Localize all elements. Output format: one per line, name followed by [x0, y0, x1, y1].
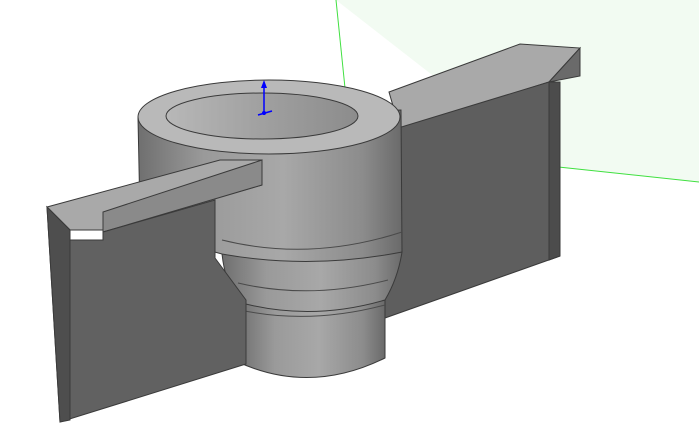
left-flange-side [46, 205, 71, 423]
graphics-viewport[interactable] [0, 0, 699, 444]
right-flange-side [548, 81, 561, 261]
cylinder-bore [165, 92, 359, 140]
model-canvas[interactable] [0, 0, 699, 444]
plane-edge-left [335, 0, 346, 89]
right-flange[interactable] [384, 43, 582, 319]
